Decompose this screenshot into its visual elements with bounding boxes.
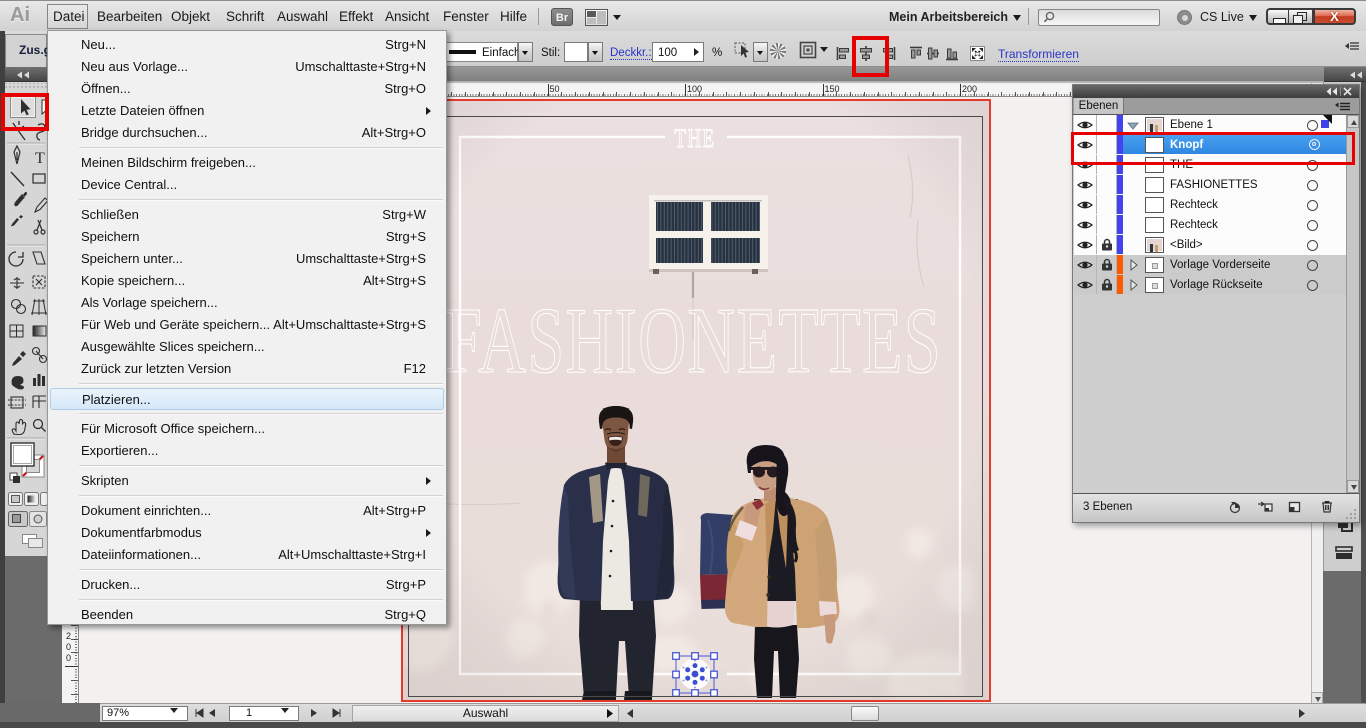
svg-text:T: T (35, 150, 45, 167)
